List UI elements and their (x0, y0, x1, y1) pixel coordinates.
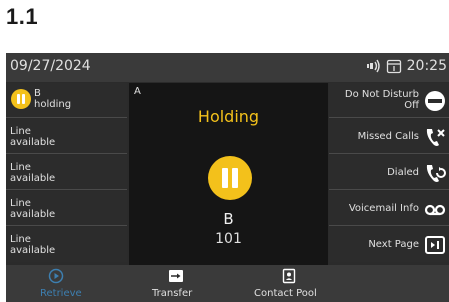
line-key-2[interactable]: Line available (6, 119, 127, 154)
contacts-book-icon (281, 268, 297, 284)
caller-name: B (223, 210, 234, 228)
softkey-list: Do Not Disturb Off Missed Calls Dialed V… (329, 83, 449, 265)
line-key-status: available (10, 137, 56, 148)
line-key-status: available (10, 245, 56, 256)
line-key-status: available (10, 173, 56, 184)
softkey-next-page[interactable]: Next Page (329, 227, 449, 262)
line-key-status: holding (34, 99, 72, 110)
transfer-label: Transfer (152, 288, 193, 299)
softkey-label: Do Not Disturb (344, 89, 419, 100)
contact-pool-button[interactable]: Contact Pool (249, 265, 329, 302)
dialed-call-icon (423, 161, 447, 185)
caller-number: 101 (215, 231, 242, 247)
next-page-icon (423, 233, 447, 257)
line-key-label: Line (10, 198, 31, 209)
softkey-dialed[interactable]: Dialed (329, 155, 449, 190)
status-bar: 09/27/2024 20:25 (6, 53, 449, 82)
call-state: Holding (197, 107, 260, 126)
softkey-label: Voicemail Info (348, 203, 419, 214)
line-key-4[interactable]: Line available (6, 191, 127, 226)
line-list: B holding Line available Line available … (6, 83, 127, 265)
line-key-status: available (10, 209, 56, 220)
line-key-label: B (34, 88, 41, 99)
line-key-5[interactable]: Line available (6, 227, 127, 262)
section-heading: 1.1 (6, 4, 39, 29)
softkey-label: Dialed (387, 167, 419, 178)
missed-call-icon (423, 125, 447, 149)
line-key-3[interactable]: Line available (6, 155, 127, 190)
contact-pool-label: Contact Pool (254, 288, 317, 299)
speaker-icon (365, 58, 381, 74)
softkey-voicemail-info[interactable]: Voicemail Info (329, 191, 449, 226)
dnd-icon (423, 89, 447, 113)
retrieve-button[interactable]: Retrieve (26, 265, 86, 302)
transfer-button[interactable]: Transfer (136, 265, 216, 302)
line-key-1[interactable]: B holding (6, 83, 127, 118)
status-date: 09/27/2024 (10, 58, 91, 74)
line-key-label: Line (10, 162, 31, 173)
softkey-label: Next Page (368, 239, 419, 250)
status-right: 20:25 (365, 58, 447, 74)
transfer-icon (168, 268, 184, 284)
call-line-letter: A (134, 86, 141, 97)
phone-screen: 09/27/2024 20:25 B holding Line availabl… (6, 53, 449, 302)
softkey-missed-calls[interactable]: Missed Calls (329, 119, 449, 154)
softkey-do-not-disturb[interactable]: Do Not Disturb Off (329, 83, 449, 118)
status-time: 20:25 (406, 58, 447, 74)
hold-icon (208, 156, 252, 200)
softkey-label: Missed Calls (357, 131, 419, 142)
play-circle-icon (48, 268, 64, 284)
retrieve-label: Retrieve (40, 288, 82, 299)
softkey-sublabel: Off (404, 100, 419, 111)
line-key-label: Line (10, 126, 31, 137)
line-key-label: Line (10, 234, 31, 245)
voicemail-icon (423, 197, 447, 221)
hold-icon (11, 89, 31, 109)
call-panel: A Holding B 101 (129, 83, 328, 265)
bottom-toolbar: Retrieve Transfer Contact Pool (6, 265, 449, 302)
calendar-icon (386, 58, 402, 74)
